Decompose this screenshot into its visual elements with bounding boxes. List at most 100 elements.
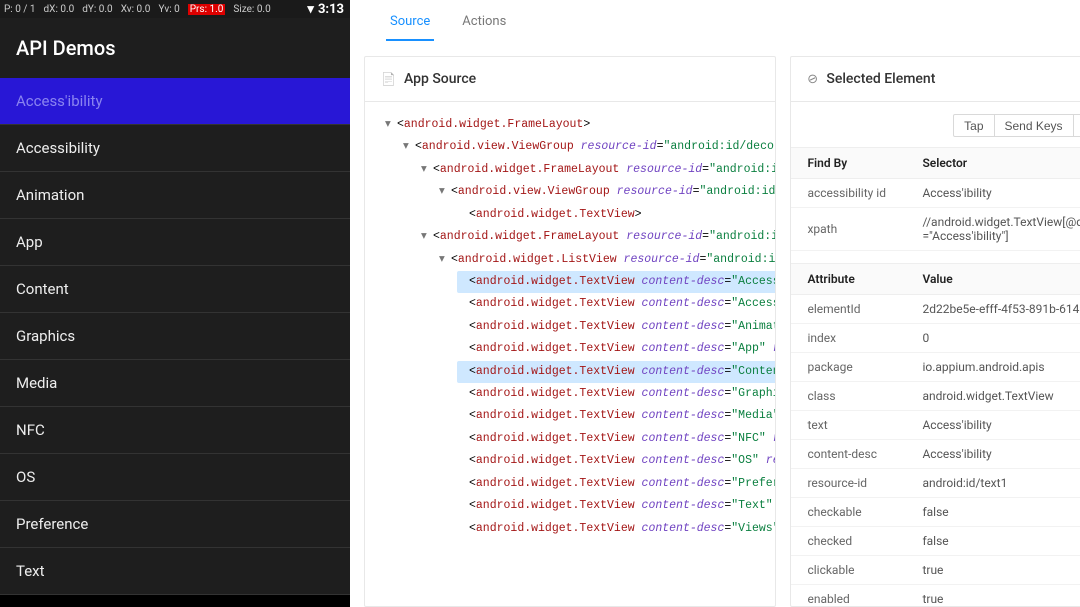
attr-row: index0 — [791, 324, 1080, 353]
app-title: API Demos — [0, 18, 350, 78]
attr-row: resource-idandroid:id/text1 — [791, 469, 1080, 498]
attr-key: resource-id — [791, 469, 906, 498]
tree-node[interactable]: <android.widget.TextView content-desc="A… — [457, 342, 775, 355]
tree-node[interactable]: ▾<android.widget.FrameLayout resource-id… — [421, 163, 775, 176]
findby-val: //android.widget.TextView[@content-desc=… — [906, 208, 1080, 251]
caret-icon[interactable]: ▾ — [385, 114, 397, 136]
tree-node[interactable]: ▾<android.view.ViewGroup resource-id="an… — [403, 140, 775, 153]
app-list-item[interactable]: NFC — [0, 407, 350, 454]
selected-panel-header: Selected Element — [791, 57, 1080, 102]
tag-icon — [807, 71, 818, 87]
tree-node[interactable]: ▾<android.widget.ListView resource-id="a… — [439, 253, 775, 266]
action-buttons: TapSend KeysClear⧉ — [791, 114, 1080, 147]
caret-icon[interactable]: ▾ — [421, 159, 433, 181]
caret-icon[interactable]: ▾ — [403, 136, 415, 158]
document-icon — [381, 71, 396, 87]
caret-icon[interactable]: ▾ — [421, 226, 433, 248]
caret-icon[interactable]: ▾ — [439, 249, 451, 271]
pointer-count: P: 0 / 1 — [4, 4, 36, 15]
attr-row: classandroid.widget.TextView — [791, 382, 1080, 411]
attr-val: 2d22be5e-efff-4f53-891b-614979aaa02d — [906, 295, 1080, 324]
attr-row: elementId2d22be5e-efff-4f53-891b-614979a… — [791, 295, 1080, 324]
caret-icon[interactable]: ▾ — [439, 181, 451, 203]
tree-node[interactable]: ▾<android.widget.FrameLayout resource-id… — [421, 230, 775, 243]
attr-key: content-desc — [791, 440, 906, 469]
send-keys-button[interactable]: Send Keys — [994, 114, 1074, 137]
pressure: Prs: 1.0 — [188, 4, 226, 15]
attr-val: io.appium.android.apis — [906, 353, 1080, 382]
tree-node[interactable]: <android.widget.TextView content-desc="O… — [457, 454, 775, 467]
tree-node[interactable]: <android.widget.TextView content-desc="M… — [457, 409, 775, 422]
selected-panel: Selected Element TapSend KeysClear⧉ Find… — [790, 56, 1080, 607]
attr-row: checkedfalse — [791, 527, 1080, 556]
attr-val: false — [906, 498, 1080, 527]
attr-row: content-descAccess'ibility — [791, 440, 1080, 469]
attr-key: checkable — [791, 498, 906, 527]
attr-row: packageio.appium.android.apis — [791, 353, 1080, 382]
delta-y: dY: 0.0 — [82, 4, 112, 15]
tree-node[interactable]: <android.widget.TextView content-desc="A… — [457, 297, 775, 310]
tree-node[interactable]: <android.widget.TextView content-desc="V… — [457, 522, 775, 535]
tree-node[interactable]: <android.widget.TextView content-desc="A… — [457, 271, 775, 293]
tab-actions[interactable]: Actions — [458, 8, 510, 41]
tree-node[interactable]: ▾<android.view.ViewGroup resource-id="an… — [439, 185, 775, 198]
app-list-item[interactable]: Text — [0, 548, 350, 595]
attr-val: Access'ibility — [906, 440, 1080, 469]
findby-val: Access'ibility — [906, 179, 1080, 208]
attr-val: 0 — [906, 324, 1080, 353]
tap-button[interactable]: Tap — [953, 114, 994, 137]
app-list-item[interactable]: Graphics — [0, 313, 350, 360]
tree-node[interactable]: <android.widget.TextView content-desc="N… — [457, 432, 775, 445]
findby-row: accessibility idAccess'ibility — [791, 179, 1080, 208]
tree-node[interactable]: <android.widget.TextView content-desc="P… — [457, 477, 775, 490]
source-panel-title: App Source — [404, 71, 476, 87]
inspector-tabs: Source Actions — [350, 8, 1080, 42]
app-list-item[interactable]: Preference — [0, 501, 350, 548]
attrs-header-val: Value — [906, 264, 1080, 295]
attr-val: android:id/text1 — [906, 469, 1080, 498]
attr-key: index — [791, 324, 906, 353]
app-list-item[interactable]: Accessibility — [0, 125, 350, 172]
tab-source[interactable]: Source — [386, 8, 434, 41]
app-list-item[interactable]: App — [0, 219, 350, 266]
tree-node[interactable]: <android.widget.TextView> — [457, 208, 642, 221]
app-list-item[interactable]: Content — [0, 266, 350, 313]
tree-node[interactable]: <android.widget.TextView content-desc="T… — [457, 499, 775, 512]
source-panel: App Source ▾<android.widget.FrameLayout>… — [364, 56, 776, 607]
velocity-y: Yv: 0 — [158, 4, 179, 15]
app-list-item[interactable]: OS — [0, 454, 350, 501]
attr-row: clickabletrue — [791, 556, 1080, 585]
attr-row: checkablefalse — [791, 498, 1080, 527]
clock: ▾ 3:13 — [307, 2, 344, 17]
source-tree[interactable]: ▾<android.widget.FrameLayout> ▾<android.v… — [365, 114, 775, 540]
app-list: Access'ibilityAccessibilityAnimationAppC… — [0, 78, 350, 595]
tree-node[interactable]: <android.widget.TextView content-desc="G… — [457, 387, 775, 400]
selected-panel-title: Selected Element — [826, 71, 935, 87]
findby-key: xpath — [791, 208, 906, 251]
attr-key: checked — [791, 527, 906, 556]
tree-node[interactable]: <android.widget.TextView content-desc="A… — [457, 320, 775, 333]
findby-header-key: Find By — [791, 148, 906, 179]
attr-val: true — [906, 585, 1080, 607]
findby-key: accessibility id — [791, 179, 906, 208]
findby-header-val: Selector — [906, 148, 1080, 179]
velocity-x: Xv: 0.0 — [121, 4, 151, 15]
attr-row: textAccess'ibility — [791, 411, 1080, 440]
signal-icon: ▾ — [307, 2, 314, 17]
status-bar: P: 0 / 1 dX: 0.0 dY: 0.0 Xv: 0.0 Yv: 0 P… — [0, 0, 350, 18]
app-list-item[interactable]: Animation — [0, 172, 350, 219]
app-list-item[interactable]: Media — [0, 360, 350, 407]
size: Size: 0.0 — [233, 4, 270, 15]
tree-node[interactable]: ▾<android.widget.FrameLayout> — [385, 118, 590, 131]
app-list-item[interactable]: Access'ibility — [0, 78, 350, 125]
attr-key: clickable — [791, 556, 906, 585]
attr-row: enabledtrue — [791, 585, 1080, 607]
inspector: SourceActions App Source ▾<android.widge… — [350, 0, 1080, 607]
delta-x: dX: 0.0 — [44, 4, 75, 15]
attr-key: class — [791, 382, 906, 411]
source-panel-header: App Source — [365, 57, 775, 102]
findby-table: Find By Selector accessibility idAccess'… — [791, 147, 1080, 251]
clear-button[interactable]: Clear — [1073, 114, 1080, 137]
tree-node[interactable]: <android.widget.TextView content-desc="C… — [457, 361, 775, 383]
attr-val: false — [906, 527, 1080, 556]
